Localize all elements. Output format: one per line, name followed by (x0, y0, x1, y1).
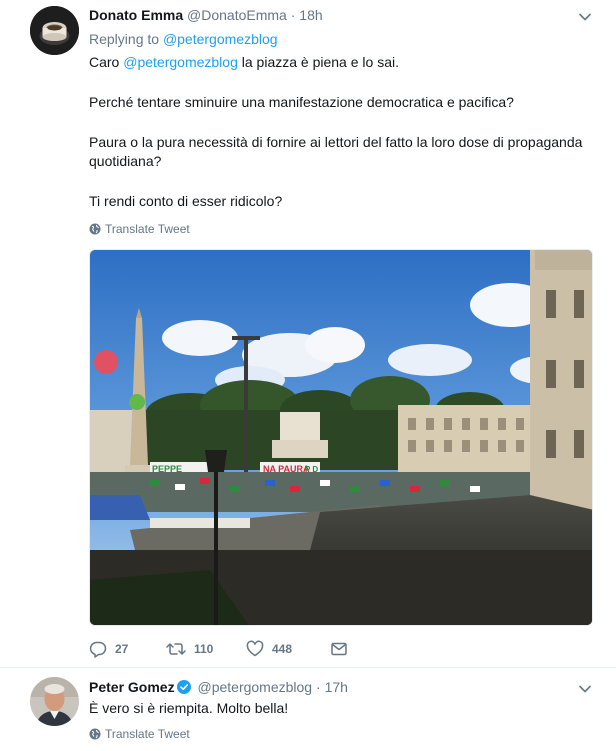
envelope-icon (331, 642, 347, 656)
verified-badge-icon (176, 680, 191, 694)
author-name[interactable]: Peter Gomez (89, 679, 175, 695)
globe-icon (89, 223, 101, 235)
author-handle[interactable]: @DonatoEmma (187, 7, 287, 23)
translate-tweet-link[interactable]: Translate Tweet (89, 727, 190, 741)
separator: · (316, 679, 321, 695)
reply-icon (89, 641, 107, 658)
tweet-actions: 27 110 448 (89, 638, 356, 660)
retweet-count: 110 (194, 642, 214, 656)
tweet-photo[interactable]: PEPPE NA PAURA P D (89, 249, 593, 626)
avatar-image (30, 677, 79, 726)
reply-button[interactable]: 27 (89, 640, 166, 658)
tweet-text-line-4: Ti rendi conto di esser ridicolo? (89, 193, 283, 209)
direct-message-button[interactable] (330, 640, 356, 658)
replying-handle-link[interactable]: @petergomezblog (163, 31, 278, 47)
tweet-header: Donato Emma @DonatoEmma · 18h (89, 7, 323, 23)
text-suffix: la piazza è piena e lo sai. (241, 54, 399, 70)
avatar-image (30, 6, 79, 55)
author-handle[interactable]: @petergomezblog (197, 679, 312, 695)
reply-count: 27 (115, 642, 129, 656)
separator: · (290, 7, 296, 23)
timestamp[interactable]: 17h (325, 679, 348, 695)
globe-icon (89, 728, 101, 740)
text-prefix: Caro (89, 54, 120, 70)
tweet-text-line-2: Perché tentare sminuire una manifestazio… (89, 94, 514, 110)
tweet-text-line-3: Paura o la pura necessità di fornire ai … (89, 134, 583, 169)
chevron-down-icon[interactable] (578, 10, 592, 24)
tweet-text: È vero si è riempita. Molto bella! (89, 700, 289, 716)
tweet-header: Peter Gomez @petergomezblog · 17h (89, 679, 348, 695)
chevron-down-icon[interactable] (578, 682, 592, 696)
retweet-icon (166, 643, 186, 655)
timestamp[interactable]: 18h (299, 7, 322, 23)
author-name[interactable]: Donato Emma (89, 7, 183, 23)
mention-link[interactable]: @petergomezblog (123, 54, 238, 70)
tweet-donato-emma[interactable]: Donato Emma @DonatoEmma · 18h Replying t… (0, 0, 616, 668)
like-count: 448 (272, 642, 293, 656)
like-button[interactable]: 448 (246, 640, 330, 658)
crowd-photo: PEPPE NA PAURA P D (90, 250, 592, 625)
replying-label: Replying to (89, 31, 160, 47)
translate-tweet-link[interactable]: Translate Tweet (89, 222, 190, 236)
translate-label[interactable]: Translate Tweet (105, 727, 190, 741)
replying-to: Replying to @petergomezblog (89, 31, 278, 47)
heart-icon (246, 640, 264, 657)
tweet-text-line-1: Caro @petergomezblog la piazza è piena e… (89, 53, 594, 72)
retweet-button[interactable]: 110 (166, 640, 246, 658)
avatar[interactable] (30, 677, 79, 726)
translate-label[interactable]: Translate Tweet (105, 222, 190, 236)
avatar[interactable] (30, 6, 79, 55)
